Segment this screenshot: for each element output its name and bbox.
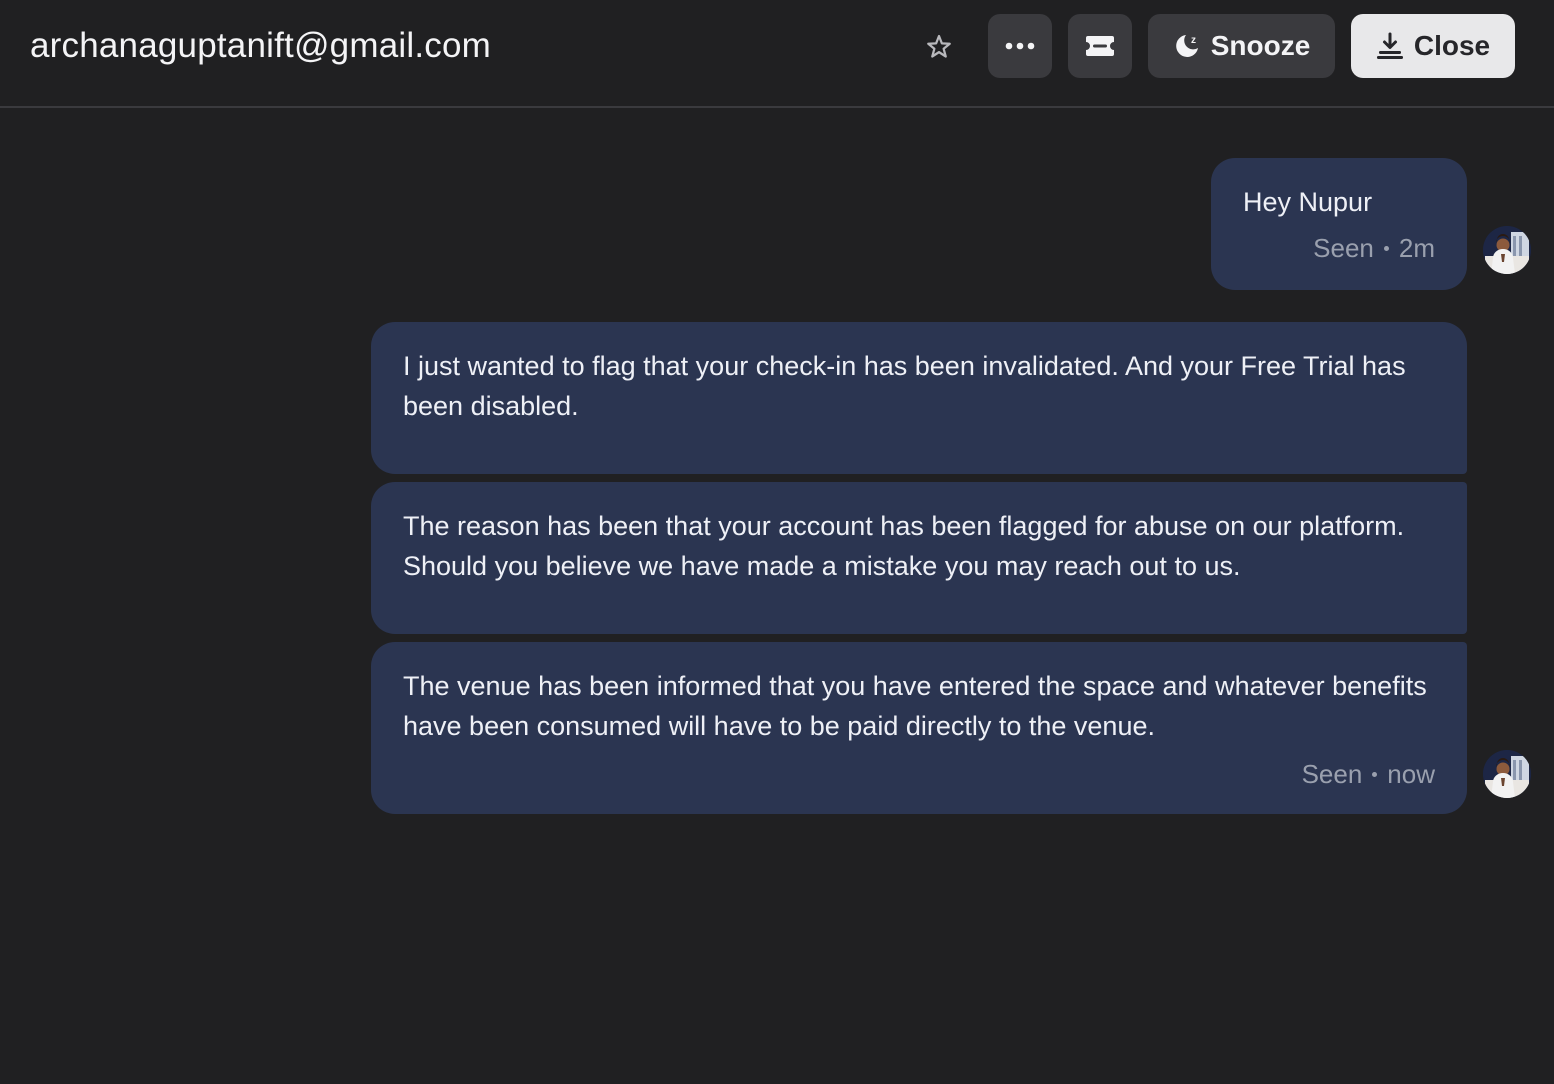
snooze-button[interactable]: z Snooze bbox=[1148, 14, 1335, 78]
message-time: 2m bbox=[1398, 233, 1435, 263]
close-conversation-button[interactable]: Close bbox=[1351, 14, 1515, 78]
seen-status: Seen bbox=[1313, 233, 1374, 263]
download-tray-icon bbox=[1376, 32, 1403, 59]
snooze-label: Snooze bbox=[1210, 30, 1311, 61]
message-text: The reason has been that your account ha… bbox=[403, 511, 1405, 581]
conversation-header: archanaguptanift@gmail.com z Snooze Clos… bbox=[0, 0, 1554, 108]
moon-icon: z bbox=[1175, 35, 1198, 57]
message-bubble[interactable]: The venue has been informed that you hav… bbox=[371, 642, 1467, 814]
avatar[interactable] bbox=[1483, 226, 1531, 274]
message-bubble[interactable]: I just wanted to flag that your check-in… bbox=[371, 322, 1467, 474]
star-button[interactable] bbox=[920, 28, 958, 66]
avatar-image bbox=[1483, 750, 1531, 798]
ticket-icon bbox=[1086, 36, 1114, 56]
message-meta: Seen 2m bbox=[1313, 228, 1435, 268]
conversation-view: archanaguptanift@gmail.com z Snooze Clos… bbox=[0, 0, 1554, 1084]
message-meta: Seen now bbox=[1302, 754, 1435, 794]
seen-status: Seen bbox=[1301, 759, 1363, 789]
close-label: Close bbox=[1413, 30, 1491, 61]
convert-to-ticket-button[interactable] bbox=[1068, 14, 1132, 78]
star-icon bbox=[927, 34, 951, 58]
message-bubble[interactable]: Hey Nupur Seen 2m bbox=[1211, 158, 1467, 290]
conversation-title: archanaguptanift@gmail.com bbox=[30, 26, 491, 65]
separator-dot bbox=[1372, 771, 1378, 777]
more-options-button[interactable] bbox=[988, 14, 1052, 78]
more-icon bbox=[1005, 42, 1035, 50]
message-time: now bbox=[1387, 759, 1435, 789]
separator-dot bbox=[1383, 245, 1389, 251]
message-text: The venue has been informed that you hav… bbox=[403, 671, 1427, 741]
avatar-image bbox=[1483, 226, 1531, 274]
svg-text:z: z bbox=[1191, 35, 1196, 46]
avatar[interactable] bbox=[1483, 750, 1531, 798]
message-text: I just wanted to flag that your check-in… bbox=[403, 351, 1406, 421]
message-bubble[interactable]: The reason has been that your account ha… bbox=[371, 482, 1467, 634]
message-text: Hey Nupur bbox=[1243, 187, 1373, 217]
